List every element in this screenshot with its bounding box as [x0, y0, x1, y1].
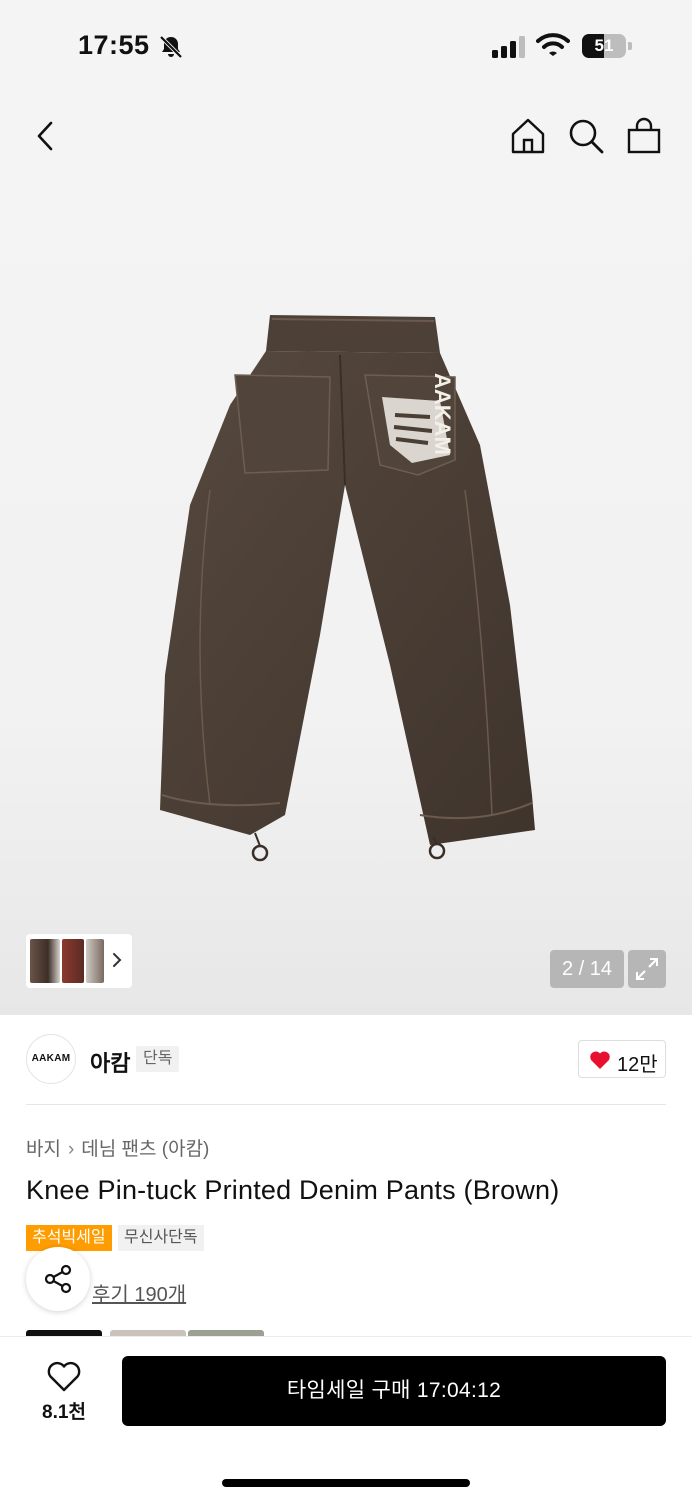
- divider: [26, 1104, 666, 1105]
- chevron-right-icon[interactable]: [110, 949, 124, 971]
- shopping-bag-icon[interactable]: [624, 116, 664, 156]
- thumbnail[interactable]: [86, 939, 104, 983]
- share-button[interactable]: [26, 1247, 90, 1311]
- brand-like-count: 12만: [617, 1054, 658, 1076]
- battery-icon: 51: [582, 34, 632, 58]
- bell-off-icon: [158, 34, 184, 60]
- breadcrumb-subcategory[interactable]: 데님 팬츠 (아캄): [81, 1134, 209, 1161]
- heart-outline-icon[interactable]: [46, 1361, 82, 1393]
- status-time: 17:55: [78, 30, 150, 60]
- exclusive-tag: 무신사단독: [118, 1225, 204, 1251]
- thumbnail[interactable]: [30, 939, 60, 983]
- signal-icon: [492, 36, 526, 58]
- status-bar: 17:55 51: [0, 0, 692, 95]
- fullscreen-icon[interactable]: [628, 950, 666, 988]
- share-icon: [44, 1264, 72, 1294]
- search-icon[interactable]: [566, 116, 606, 156]
- breadcrumb-category[interactable]: 바지: [26, 1134, 61, 1161]
- review-link[interactable]: 후기 190개: [92, 1278, 186, 1307]
- thumbnail-strip[interactable]: [26, 934, 132, 988]
- brand-name[interactable]: 아캄: [90, 1046, 130, 1078]
- product-gallery[interactable]: 17:55 51 AAKAM 2 / 14: [0, 0, 692, 1015]
- time-sale-buy-button[interactable]: 타임세일 구매 17:04:12: [122, 1356, 666, 1426]
- chevron-right-icon: ›: [67, 1139, 75, 1160]
- back-icon[interactable]: [26, 116, 66, 156]
- home-indicator: [222, 1479, 470, 1487]
- brand-exclusive-badge: 단독: [136, 1046, 180, 1072]
- thumbnail[interactable]: [62, 939, 84, 983]
- home-icon[interactable]: [508, 116, 548, 156]
- wish-count: 8.1천: [42, 1402, 86, 1423]
- bottom-action-bar: 8.1천 타임세일 구매 17:04:12: [0, 1336, 692, 1500]
- heart-icon: [589, 1050, 611, 1070]
- page-indicator: 2 / 14: [550, 950, 624, 988]
- brand-like-button[interactable]: 12만: [578, 1040, 666, 1078]
- sale-tag: 추석빅세일: [26, 1225, 112, 1251]
- battery-level: 51: [594, 36, 614, 55]
- breadcrumb: 바지 › 데님 팬츠 (아캄): [26, 1134, 209, 1161]
- print-text: AAKAM: [430, 373, 455, 455]
- brand-logo[interactable]: AAKAM: [26, 1034, 76, 1084]
- product-image[interactable]: AAKAM: [150, 305, 540, 875]
- wifi-icon: [536, 33, 570, 57]
- product-title: Knee Pin-tuck Printed Denim Pants (Brown…: [26, 1175, 560, 1205]
